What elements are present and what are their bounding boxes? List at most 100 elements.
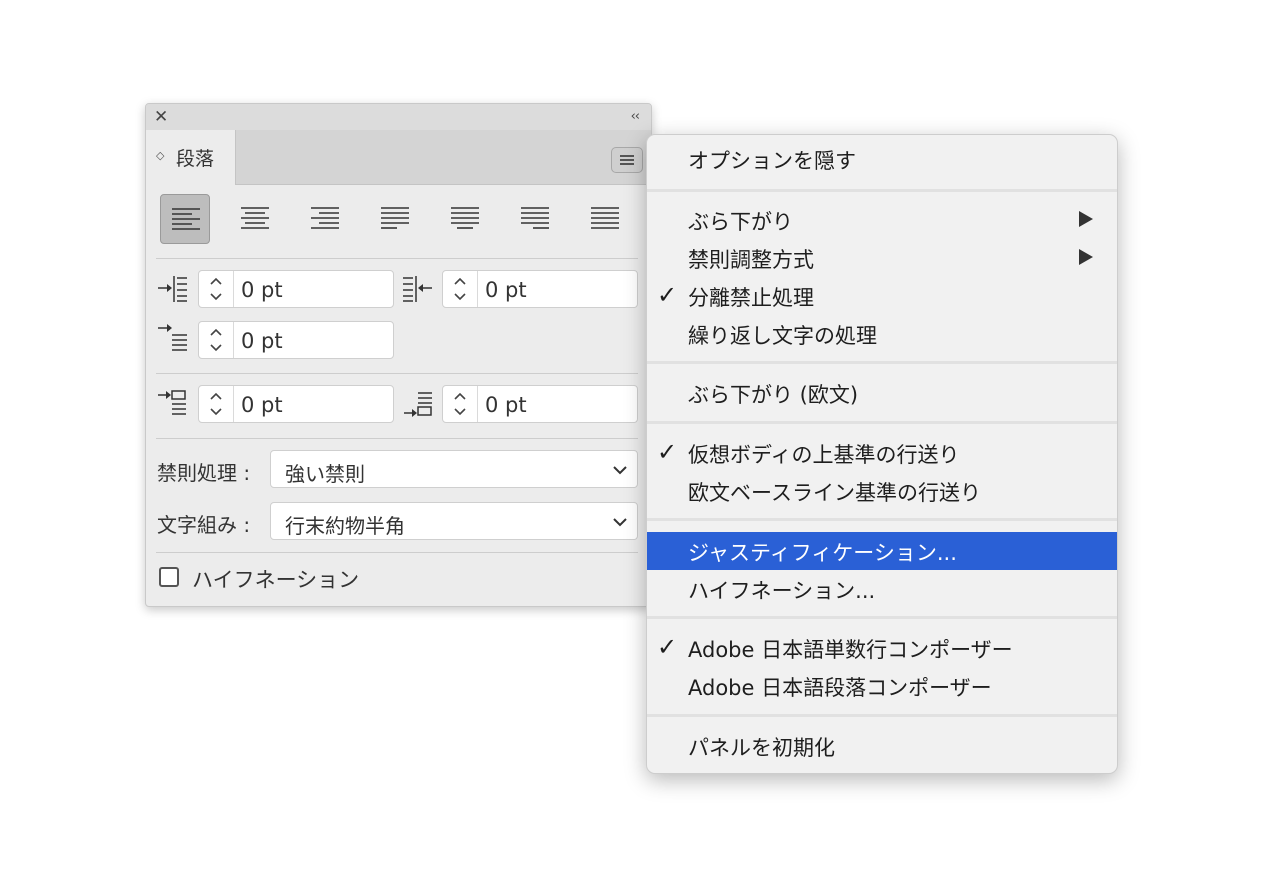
menu-item-hide-options[interactable]: オプションを隠す (647, 140, 1117, 178)
menu-item-roman-hanging[interactable]: ぶら下がり (欧文) (647, 374, 1117, 412)
space-after-field[interactable]: 0 pt (442, 385, 638, 423)
kinsoku-label: 禁則処理 : (157, 461, 251, 485)
menu-separator (647, 518, 1117, 521)
menu-item-label: 欧文ベースライン基準の行送り (688, 481, 981, 505)
first-line-indent-value: 0 pt (241, 329, 283, 353)
menu-item-label: Adobe 日本語単数行コンポーザー (688, 638, 1013, 662)
menu-item-label: ハイフネーション... (688, 579, 876, 603)
menu-item-justification[interactable]: ジャスティフィケーション... (647, 532, 1117, 570)
left-indent-field[interactable]: 0 pt (198, 270, 394, 308)
tab-paragraph[interactable]: ◇ 段落 (146, 130, 236, 185)
align-center-icon (241, 207, 269, 229)
space-before-icon (158, 390, 186, 415)
mojikumi-label: 文字組み : (157, 513, 251, 537)
stepper-arrows-icon (210, 392, 222, 416)
space-after-value: 0 pt (485, 393, 527, 417)
checkmark-icon: ✓ (657, 633, 678, 661)
justify-center-button[interactable] (440, 194, 490, 244)
panel-titlebar: ✕ ‹‹ (146, 104, 651, 130)
menu-item-label: 仮想ボディの上基準の行送り (688, 443, 960, 467)
submenu-arrow-icon (1079, 249, 1093, 265)
menu-item-no-break[interactable]: ✓ 分離禁止処理 (647, 277, 1117, 315)
align-right-icon (311, 207, 339, 229)
stepper-arrows-icon (454, 277, 466, 301)
space-after-stepper[interactable] (443, 386, 478, 422)
menu-item-label: ぶら下がり (欧文) (688, 383, 859, 407)
divider (156, 552, 638, 553)
menu-item-hanging[interactable]: ぶら下がり (647, 201, 1117, 239)
menu-separator (647, 616, 1117, 619)
justify-center-icon (451, 207, 479, 229)
tab-label: 段落 (176, 148, 215, 170)
justify-right-icon (521, 207, 549, 229)
kinsoku-value: 強い禁則 (285, 462, 365, 486)
right-indent-stepper[interactable] (443, 271, 478, 307)
right-indent-icon (403, 276, 432, 302)
space-before-field[interactable]: 0 pt (198, 385, 394, 423)
align-left-icon (172, 208, 200, 230)
menu-item-reset-panel[interactable]: パネルを初期化 (647, 727, 1117, 765)
divider (156, 373, 638, 374)
right-indent-value: 0 pt (485, 278, 527, 302)
justify-right-button[interactable] (510, 194, 560, 244)
collapse-icon[interactable]: ‹‹ (631, 106, 640, 128)
kinsoku-select[interactable]: 強い禁則 (270, 450, 638, 488)
divider (156, 438, 638, 439)
menu-separator (647, 714, 1117, 717)
menu-item-label: Adobe 日本語段落コンポーザー (688, 676, 992, 700)
space-after-icon (404, 392, 432, 417)
hyphenation-label[interactable]: ハイフネーション (192, 564, 359, 594)
justify-left-button[interactable] (370, 194, 420, 244)
alignment-buttons (160, 194, 640, 246)
menu-item-label: パネルを初期化 (688, 736, 835, 760)
stepper-arrows-icon (454, 392, 466, 416)
mojikumi-select[interactable]: 行末約物半角 (270, 502, 638, 540)
menu-item-label: オプションを隠す (688, 149, 856, 173)
checkmark-icon: ✓ (657, 438, 678, 466)
space-before-stepper[interactable] (199, 386, 234, 422)
menu-item-top-to-top-leading[interactable]: ✓ 仮想ボディの上基準の行送り (647, 434, 1117, 472)
menu-item-kinsoku-method[interactable]: 禁則調整方式 (647, 239, 1117, 277)
menu-item-paragraph-composer[interactable]: Adobe 日本語段落コンポーザー (647, 667, 1117, 705)
menu-item-hyphenation[interactable]: ハイフネーション... (647, 570, 1117, 608)
first-line-indent-stepper[interactable] (199, 322, 234, 358)
divider (156, 258, 638, 259)
hyphenation-checkbox[interactable] (159, 567, 179, 587)
close-icon[interactable]: ✕ (154, 106, 168, 128)
menu-separator (647, 189, 1117, 192)
justify-all-button[interactable] (580, 194, 630, 244)
mojikumi-value: 行末約物半角 (285, 514, 405, 538)
tab-row: ◇ 段落 (146, 130, 651, 185)
menu-item-baseline-leading[interactable]: 欧文ベースライン基準の行送り (647, 472, 1117, 510)
align-left-button[interactable] (160, 194, 210, 244)
panel-menu-button[interactable] (611, 147, 643, 173)
left-indent-icon (158, 276, 187, 302)
left-indent-stepper[interactable] (199, 271, 234, 307)
align-center-button[interactable] (230, 194, 280, 244)
chevron-down-icon (613, 518, 627, 527)
first-line-indent-icon (158, 324, 187, 351)
first-line-indent-field[interactable]: 0 pt (198, 321, 394, 359)
stepper-arrows-icon (210, 328, 222, 352)
menu-item-single-line-composer[interactable]: ✓ Adobe 日本語単数行コンポーザー (647, 629, 1117, 667)
checkmark-icon: ✓ (657, 281, 678, 309)
submenu-arrow-icon (1079, 211, 1093, 227)
align-right-button[interactable] (300, 194, 350, 244)
paragraph-panel: ✕ ‹‹ ◇ 段落 0 pt 0 pt 0 pt 0 pt 0 pt 禁則処理 … (145, 103, 652, 607)
tab-arrows-icon: ◇ (156, 149, 165, 162)
panel-options-menu: オプションを隠す ぶら下がり 禁則調整方式 ✓ 分離禁止処理 繰り返し文字の処理… (646, 134, 1118, 774)
menu-item-repeat-char[interactable]: 繰り返し文字の処理 (647, 315, 1117, 353)
menu-separator (647, 361, 1117, 364)
menu-item-label: ジャスティフィケーション... (688, 541, 957, 565)
stepper-arrows-icon (210, 277, 222, 301)
menu-item-label: ぶら下がり (688, 210, 793, 234)
justify-left-icon (381, 207, 409, 229)
left-indent-value: 0 pt (241, 278, 283, 302)
menu-separator (647, 421, 1117, 424)
space-before-value: 0 pt (241, 393, 283, 417)
chevron-down-icon (613, 466, 627, 475)
right-indent-field[interactable]: 0 pt (442, 270, 638, 308)
justify-all-icon (591, 207, 619, 229)
menu-item-label: 繰り返し文字の処理 (688, 324, 877, 348)
menu-item-label: 禁則調整方式 (688, 248, 814, 272)
